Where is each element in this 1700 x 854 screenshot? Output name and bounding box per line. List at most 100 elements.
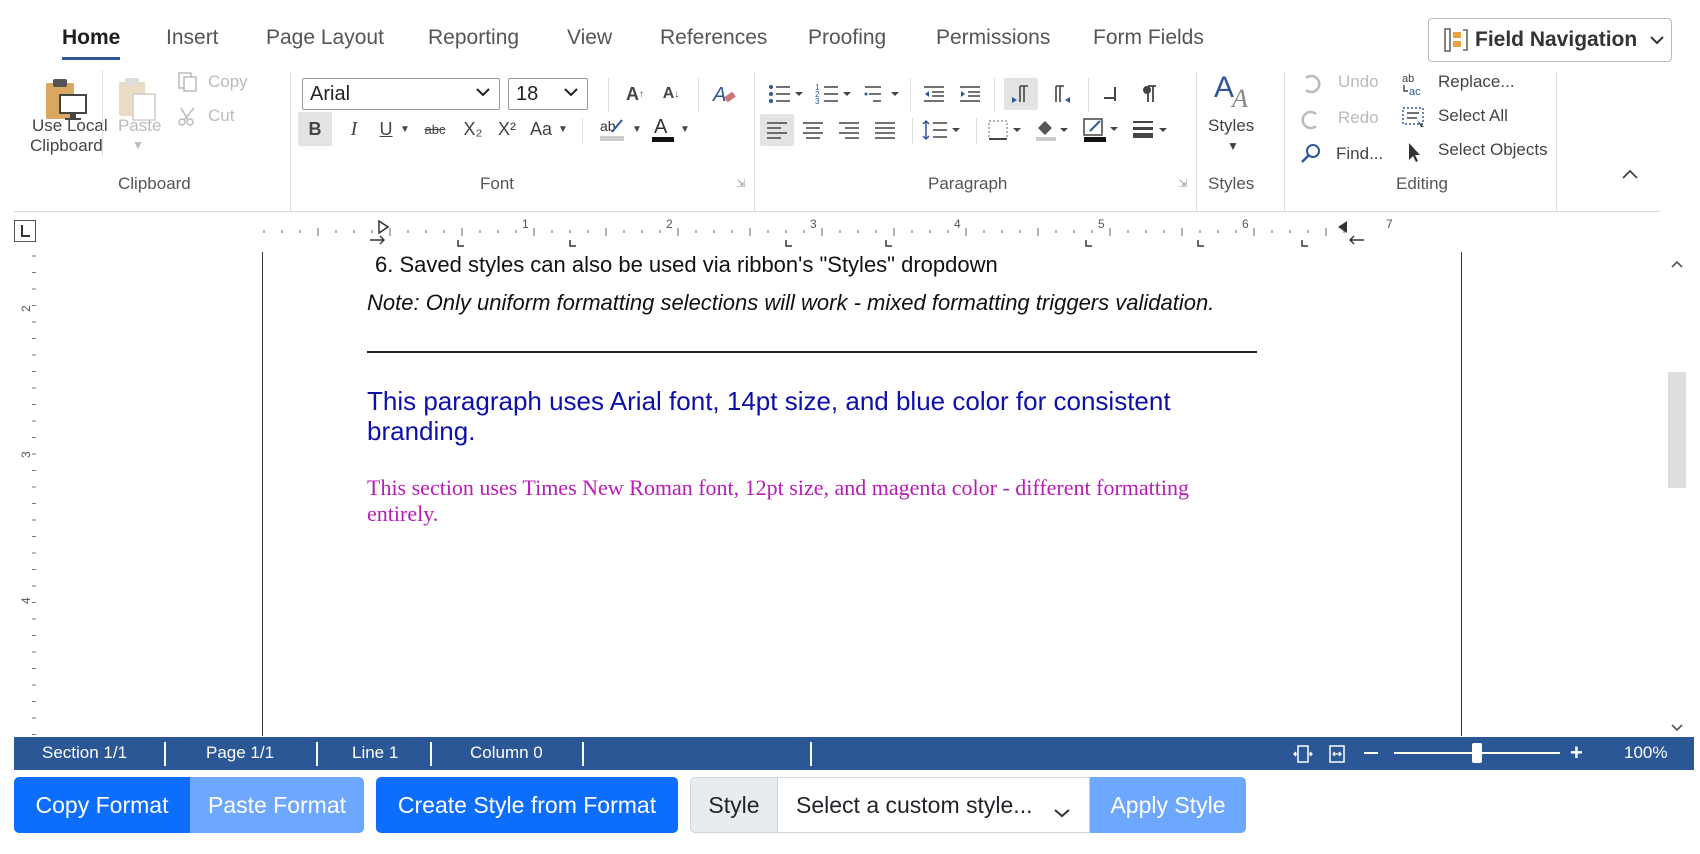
paste-format-button[interactable]: Paste Format [190,777,364,833]
tab-reporting[interactable]: Reporting [428,26,519,50]
font-size-select[interactable]: 18 [508,78,588,110]
styles-dropdown-icon[interactable]: ▼ [1227,139,1239,153]
copy-icon[interactable] [176,70,200,94]
increase-indent-icon[interactable] [956,80,984,108]
font-color-dropdown-icon[interactable]: ▼ [678,114,692,144]
styles-label[interactable]: Styles [1208,116,1254,136]
cut-label[interactable]: Cut [208,106,234,126]
vertical-scrollbar[interactable] [1668,252,1686,736]
horizontal-rule [367,351,1257,353]
show-hide-marks-icon[interactable] [1134,78,1164,110]
page-break-icon[interactable] [1096,78,1126,110]
apply-style-button[interactable]: Apply Style [1090,777,1246,833]
strikethrough-button[interactable]: abc [418,112,452,146]
cut-icon[interactable] [176,104,200,128]
highlight-dropdown-icon[interactable]: ▼ [630,114,644,144]
select-objects-icon[interactable] [1400,138,1428,166]
collapse-ribbon-icon[interactable] [1618,164,1642,184]
tab-page-layout[interactable]: Page Layout [266,26,384,50]
tab-proofing[interactable]: Proofing [808,26,886,50]
magenta-paragraph-line-2[interactable]: entirely. [367,501,438,527]
zoom-out-icon[interactable] [1364,752,1378,754]
grow-font-icon[interactable]: A ↑ [622,80,648,108]
line-spacing-icon[interactable] [920,114,966,146]
tab-references[interactable]: References [660,26,767,50]
change-case-button[interactable]: Aa [526,112,556,146]
tab-insert[interactable]: Insert [166,26,219,50]
justify-icon[interactable] [868,114,902,146]
clear-formatting-icon[interactable]: A [710,80,738,108]
document-page[interactable]: 6. Saved styles can also be used via rib… [262,252,1462,736]
superscript-button[interactable]: X² [492,112,522,146]
bold-button[interactable]: B [298,112,332,146]
align-center-icon[interactable] [796,114,830,146]
tab-home[interactable]: Home [62,26,121,60]
shading-icon[interactable] [1032,114,1076,146]
scrollbar-thumb[interactable] [1668,372,1686,488]
font-dialog-launcher-icon[interactable]: ⇲ [734,176,748,190]
magenta-paragraph-line-1[interactable]: This section uses Times New Roman font, … [367,475,1189,501]
note-paragraph[interactable]: Note: Only uniform formatting selections… [367,290,1214,316]
italic-button[interactable]: I [340,112,368,146]
document-canvas[interactable]: 6. Saved styles can also be used via rib… [54,252,1668,736]
subscript-button[interactable]: X₂ [458,112,488,146]
tab-stop-marker [569,240,576,247]
blue-paragraph-line-1[interactable]: This paragraph uses Arial font, 14pt siz… [367,386,1171,417]
scroll-down-icon[interactable] [1671,720,1683,738]
select-all-icon[interactable] [1400,104,1428,132]
align-left-icon[interactable] [760,114,794,146]
border-width-icon[interactable] [1130,114,1174,146]
align-right-icon[interactable] [832,114,866,146]
scroll-up-icon[interactable] [1671,256,1683,274]
select-all-label[interactable]: Select All [1438,106,1508,126]
zoom-level[interactable]: 100% [1624,743,1667,763]
change-case-dropdown-icon[interactable]: ▼ [556,114,570,144]
shrink-font-icon[interactable]: A ↓ [658,80,684,108]
undo-label[interactable]: Undo [1338,72,1379,92]
zoom-slider-track[interactable] [1394,743,1560,763]
ltr-paragraph-icon[interactable] [1004,78,1038,110]
paste-dropdown-icon[interactable]: ▼ [132,138,144,152]
multilevel-list-icon[interactable] [862,78,902,110]
font-color-icon[interactable]: A [648,112,678,146]
first-line-indent-marker[interactable] [378,219,390,235]
styles-icon[interactable]: AA [1210,70,1258,114]
horizontal-ruler[interactable]: 1 2 3 4 5 6 7 [14,214,1660,250]
paragraph-dialog-launcher-icon[interactable]: ⇲ [1176,176,1190,190]
numbering-icon[interactable]: 123 [814,78,854,110]
field-navigation-button[interactable]: Field Navigation [1428,18,1672,62]
create-style-from-format-button[interactable]: Create Style from Format [376,777,678,833]
tab-view[interactable]: View [567,26,612,50]
zoom-in-icon[interactable]: + [1570,742,1583,764]
decrease-indent-icon[interactable] [920,80,948,108]
border-color-icon[interactable] [1080,114,1126,146]
vertical-ruler[interactable]: 2 3 4 [14,252,54,736]
find-icon[interactable] [1298,140,1324,166]
use-local-label: Use Local [32,116,108,135]
fit-width-icon[interactable] [1326,743,1348,770]
underline-button[interactable]: U [374,112,398,146]
custom-style-select[interactable]: Select a custom style... [778,777,1090,833]
blue-paragraph-line-2[interactable]: branding. [367,416,475,447]
undo-icon[interactable] [1298,70,1324,96]
right-indent-marker[interactable] [1336,220,1348,234]
redo-label[interactable]: Redo [1338,108,1379,128]
rtl-paragraph-icon[interactable] [1044,78,1078,110]
select-objects-label[interactable]: Select Objects [1438,140,1548,160]
font-family-select[interactable]: Arial [302,78,500,110]
list-item-6[interactable]: 6. Saved styles can also be used via rib… [375,252,998,278]
tab-permissions[interactable]: Permissions [936,26,1050,50]
bullets-icon[interactable] [766,78,806,110]
redo-icon[interactable] [1298,106,1324,132]
fit-page-icon[interactable] [1292,743,1314,770]
highlight-color-icon[interactable]: ab [596,112,630,146]
find-label[interactable]: Find... [1336,144,1383,164]
zoom-slider-thumb[interactable] [1472,743,1482,763]
replace-icon[interactable]: ab ac [1400,70,1428,98]
underline-dropdown-icon[interactable]: ▼ [398,114,412,144]
replace-label[interactable]: Replace... [1438,72,1515,92]
copy-format-button[interactable]: Copy Format [14,777,190,833]
borders-icon[interactable] [986,114,1028,146]
copy-label[interactable]: Copy [208,72,248,92]
tab-form-fields[interactable]: Form Fields [1093,26,1204,50]
